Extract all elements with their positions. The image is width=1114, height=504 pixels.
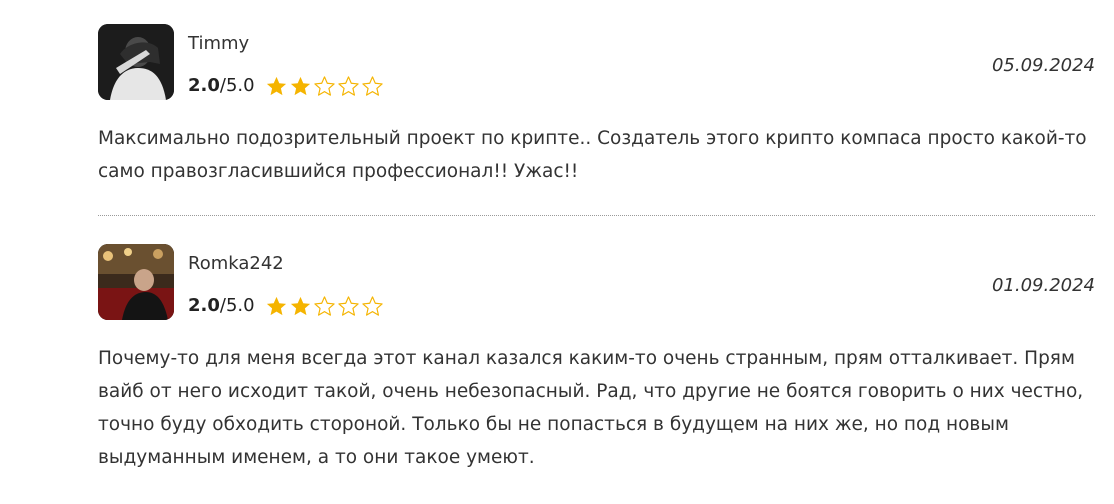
- rating-value: 2.0: [188, 295, 220, 316]
- avatar-image: [98, 244, 174, 320]
- rating-max: /5.0: [219, 75, 255, 96]
- star-filled-icon: [266, 76, 286, 95]
- star-empty-icon: [361, 75, 383, 96]
- rating-score: 2.0/5.0: [188, 74, 255, 98]
- avatar: [98, 24, 174, 100]
- reviews-list: Timmy 2.0/5.0 05.09.2024 Максимально под…: [0, 0, 1114, 504]
- review-header: Timmy 2.0/5.0 05.09.2024: [98, 22, 1095, 100]
- rating-stars: [265, 75, 384, 98]
- review-item: Romka242 2.0/5.0 01.09.2024 Почему-то дл…: [98, 242, 1095, 474]
- rating: 2.0/5.0: [188, 72, 384, 100]
- star-empty-icon: [361, 295, 383, 316]
- review-item: Timmy 2.0/5.0 05.09.2024 Максимально под…: [98, 22, 1095, 188]
- review-text: Максимально подозрительный проект по кри…: [98, 128, 1087, 182]
- star-filled-icon: [266, 296, 286, 315]
- rating-stars: [265, 295, 384, 318]
- review-author: Romka242: [188, 253, 284, 274]
- star-empty-icon: [337, 295, 359, 316]
- star-empty-icon: [313, 295, 335, 316]
- rating-score: 2.0/5.0: [188, 294, 255, 318]
- review-text: Почему-то для меня всегда этот канал каз…: [98, 348, 1084, 468]
- rating-max: /5.0: [219, 295, 255, 316]
- review-author: Timmy: [188, 33, 250, 54]
- avatar-image: [98, 24, 174, 100]
- star-filled-icon: [290, 76, 310, 95]
- star-empty-icon: [337, 75, 359, 96]
- review-divider: [98, 215, 1095, 216]
- review-date: 01.09.2024: [991, 275, 1095, 296]
- star-filled-icon: [290, 296, 310, 315]
- rating-value: 2.0: [188, 75, 220, 96]
- star-empty-icon: [313, 75, 335, 96]
- avatar: [98, 244, 174, 320]
- review-date: 05.09.2024: [991, 55, 1095, 76]
- rating: 2.0/5.0: [188, 292, 384, 320]
- review-header: Romka242 2.0/5.0 01.09.2024: [98, 242, 1095, 320]
